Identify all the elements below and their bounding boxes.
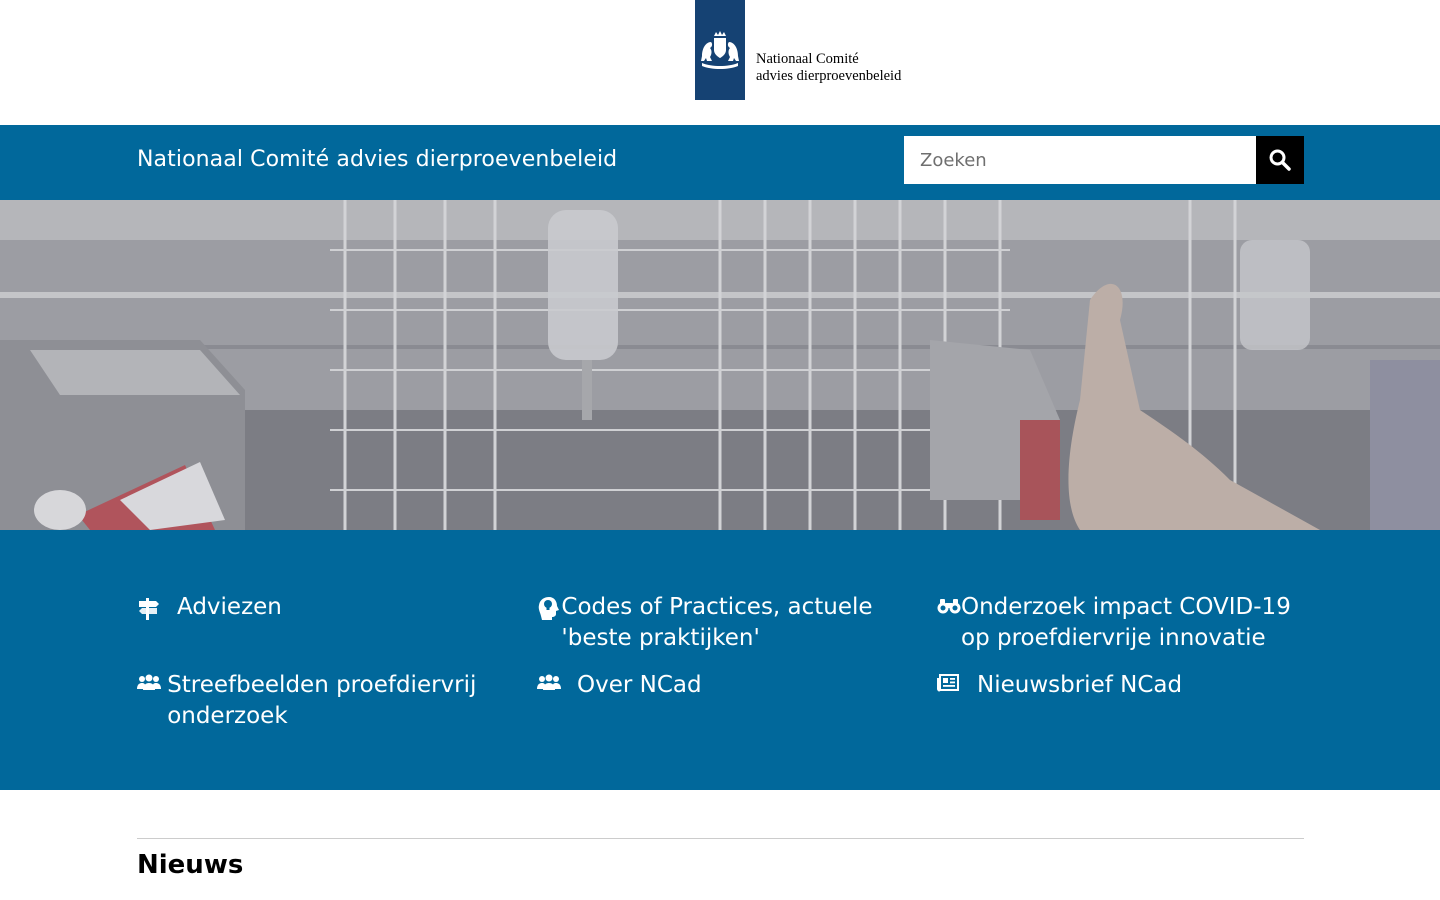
link-streefbeelden[interactable]: Streefbeelden proefdiervrij onderzoek <box>137 670 497 732</box>
logo-bar: Nationaal Comité advies dierproevenbelei… <box>0 0 1440 125</box>
people-icon <box>137 670 167 694</box>
newsletter-icon <box>937 670 977 694</box>
link-label: Over NCad <box>577 672 702 698</box>
link-label: Nieuwsbrief NCad <box>977 672 1183 698</box>
head-lightbulb-icon <box>537 592 561 620</box>
coat-of-arms-icon[interactable] <box>695 0 745 100</box>
people-icon <box>537 670 577 694</box>
link-label: Onderzoek impact COVID-19 op proefdiervr… <box>961 594 1291 651</box>
news-heading: Nieuws <box>137 850 244 880</box>
logo-line-2: advies dierproevenbeleid <box>756 68 902 84</box>
logo-text: Nationaal Comité advies dierproevenbelei… <box>756 51 901 85</box>
link-over-ncad[interactable]: Over NCad <box>537 670 877 701</box>
signpost-icon <box>137 592 177 620</box>
search-button[interactable] <box>1256 136 1304 184</box>
link-nieuwsbrief[interactable]: Nieuwsbrief NCad <box>937 670 1304 701</box>
link-onderzoek-covid[interactable]: Onderzoek impact COVID-19 op proefdiervr… <box>937 592 1304 654</box>
quick-links-panel: Adviezen Codes of Practices, actuele 'be… <box>0 530 1440 790</box>
search-icon <box>1269 149 1291 171</box>
link-label: Streefbeelden proefdiervrij onderzoek <box>167 672 477 729</box>
hero-image <box>0 200 1440 530</box>
link-adviezen[interactable]: Adviezen <box>137 592 497 623</box>
link-label: Adviezen <box>177 594 282 620</box>
site-header-bar: Nationaal Comité advies dierproevenbelei… <box>0 125 1440 200</box>
link-codes-of-practices[interactable]: Codes of Practices, actuele 'beste prakt… <box>537 592 877 654</box>
news-divider <box>137 838 1304 839</box>
logo-line-1: Nationaal Comité <box>756 51 859 67</box>
search-input[interactable] <box>904 136 1256 184</box>
binoculars-icon <box>937 592 961 616</box>
link-label: Codes of Practices, actuele 'beste prakt… <box>561 594 873 651</box>
site-title[interactable]: Nationaal Comité advies dierproevenbelei… <box>137 147 617 172</box>
